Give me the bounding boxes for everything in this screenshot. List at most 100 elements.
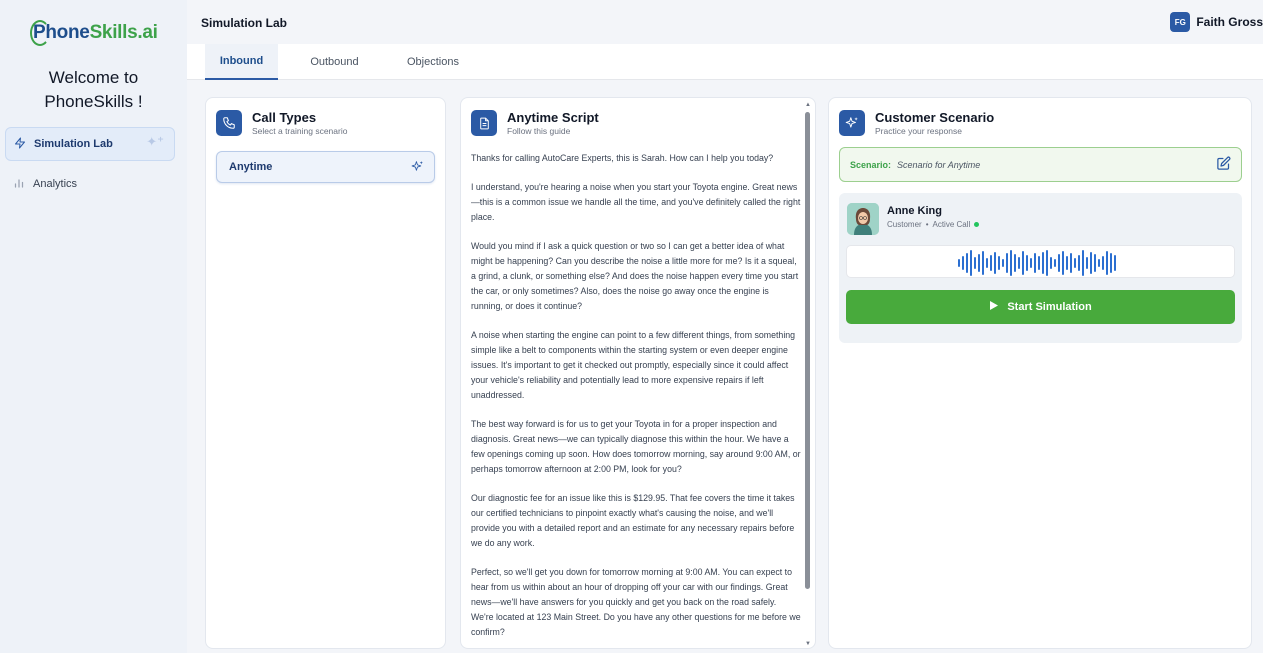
user-name: Faith Gross — [1196, 15, 1263, 29]
waveform-bar — [966, 252, 968, 273]
call-types-panel: Call Types Select a training scenario An… — [205, 97, 446, 649]
waveform-bar — [958, 258, 960, 267]
waveform-bar — [998, 255, 1000, 270]
waveform-bar — [982, 250, 984, 275]
script-header: Anytime Script Follow this guide — [471, 110, 599, 136]
script-paragraph: Thanks for calling AutoCare Experts, thi… — [471, 153, 774, 163]
phone-icon — [216, 110, 242, 136]
sidebar: Phone Skills.ai Welcome to PhoneSkills ! … — [0, 0, 187, 653]
waveform-bar — [1014, 253, 1016, 272]
tab-bar: Inbound Outbound Objections — [187, 44, 1263, 80]
welcome-heading: Welcome to PhoneSkills ! — [0, 66, 187, 114]
call-type-item-anytime[interactable]: Anytime — [216, 151, 435, 183]
waveform-bar — [1090, 251, 1092, 274]
sidebar-item-simulation-lab[interactable]: Simulation Lab ✦⁺ — [5, 127, 175, 161]
scroll-down-arrow-icon[interactable]: ▼ — [804, 641, 812, 647]
waveform-bar — [1034, 252, 1036, 273]
waveform-bar — [1038, 255, 1040, 270]
panel-subtitle: Practice your response — [875, 126, 962, 136]
waveform-bar — [990, 254, 992, 271]
logo[interactable]: Phone Skills.ai — [30, 18, 158, 48]
bolt-icon — [6, 137, 34, 152]
logo-mark: Phone — [30, 20, 90, 46]
panel-title: Anytime Script — [507, 110, 599, 125]
waveform-bar — [1086, 256, 1088, 269]
waveform-bar — [1030, 257, 1032, 268]
waveform-bar — [1058, 253, 1060, 272]
waveform-bar — [1114, 254, 1116, 271]
call-types-header: Call Types Select a training scenario — [216, 110, 347, 136]
waveform-bar — [1026, 254, 1028, 271]
sidebar-item-analytics[interactable]: Analytics — [5, 167, 175, 201]
scenario-value: Scenario for Anytime — [897, 159, 981, 170]
waveform-bar — [986, 257, 988, 268]
waveform-bar — [1022, 250, 1024, 275]
script-body: Thanks for calling AutoCare Experts, thi… — [471, 151, 801, 648]
scenario-header: Customer Scenario Practice your response — [839, 110, 994, 136]
waveform-bar — [1010, 249, 1012, 276]
waveform-bar — [1062, 250, 1064, 275]
status-dot-icon — [974, 222, 980, 227]
panel-title: Customer Scenario — [875, 110, 995, 125]
waveform-bar — [1046, 249, 1048, 276]
waveform-bar — [1102, 255, 1104, 270]
script-paragraph: Perfect, so we'll get you down for tomor… — [471, 567, 801, 637]
script-paragraph: Would you mind if I ask a quick question… — [471, 241, 799, 311]
scrollbar-thumb[interactable] — [805, 112, 810, 589]
tab-outbound[interactable]: Outbound — [297, 44, 372, 80]
waveform-bar — [1050, 256, 1052, 269]
avatar: FG — [1170, 12, 1191, 32]
waveform-bar — [1110, 252, 1112, 273]
waveform-bar — [970, 249, 972, 276]
waveform-bar — [1106, 250, 1108, 275]
user-menu[interactable]: FG Faith Gross — [1170, 12, 1263, 32]
document-icon — [471, 110, 497, 136]
customer-status: Customer • Active Call — [887, 220, 980, 229]
customer-name: Anne King — [887, 205, 942, 217]
script-scrollbar[interactable]: ▲ ▼ — [804, 102, 812, 647]
waveform-bar — [994, 251, 996, 274]
call-status: Active Call — [932, 220, 971, 229]
waveform-bar — [978, 253, 980, 272]
edit-icon[interactable] — [1216, 156, 1231, 174]
waveform-bar — [1082, 249, 1084, 276]
script-panel: Anytime Script Follow this guide Thanks … — [460, 97, 816, 649]
logo-text-skills: Skills.ai — [89, 22, 158, 43]
welcome-line-2: PhoneSkills ! — [44, 92, 143, 111]
waveform-bar — [1042, 251, 1044, 274]
waveform-bar — [1070, 252, 1072, 273]
scenario-bar: Scenario: Scenario for Anytime — [839, 147, 1242, 182]
tab-objections[interactable]: Objections — [393, 44, 473, 80]
customer-role: Customer — [887, 220, 922, 229]
script-paragraph: I understand, you're hearing a noise whe… — [471, 182, 801, 222]
scenario-panel: Customer Scenario Practice your response… — [828, 97, 1252, 649]
waveform-bar — [1018, 256, 1020, 269]
waveform-bar — [1054, 258, 1056, 267]
call-type-label: Anytime — [229, 161, 273, 173]
status-separator: • — [925, 220, 929, 229]
top-bar: Simulation Lab FG Faith Gross — [187, 0, 1263, 44]
start-simulation-label: Start Simulation — [1007, 301, 1092, 313]
script-paragraph: Our diagnostic fee for an issue like thi… — [471, 493, 795, 548]
waveform-bar — [962, 255, 964, 270]
waveform-bar — [1078, 254, 1080, 271]
scenario-label: Scenario: — [850, 159, 892, 170]
waveform-bar — [1074, 257, 1076, 268]
scroll-up-arrow-icon[interactable]: ▲ — [804, 102, 812, 108]
tab-inbound[interactable]: Inbound — [205, 44, 278, 80]
bar-chart-icon — [5, 177, 33, 192]
waveform-bar — [974, 256, 976, 269]
sidebar-item-label: Analytics — [33, 178, 78, 190]
script-paragraph: The best way forward is for us to get yo… — [471, 419, 801, 474]
panel-subtitle: Select a training scenario — [252, 126, 348, 136]
customer-card: Anne King Customer • Active Call Start S… — [839, 193, 1242, 343]
customer-avatar — [847, 203, 879, 235]
sparkles-icon — [839, 110, 865, 136]
waveform-bar — [1006, 252, 1008, 273]
start-simulation-button[interactable]: Start Simulation — [846, 290, 1235, 324]
sparkle-icon: ✦⁺ — [146, 134, 164, 149]
waveform-bar — [1094, 253, 1096, 272]
panel-title: Call Types — [252, 110, 317, 125]
welcome-line-1: Welcome to — [48, 68, 139, 87]
page-title: Simulation Lab — [201, 16, 288, 30]
